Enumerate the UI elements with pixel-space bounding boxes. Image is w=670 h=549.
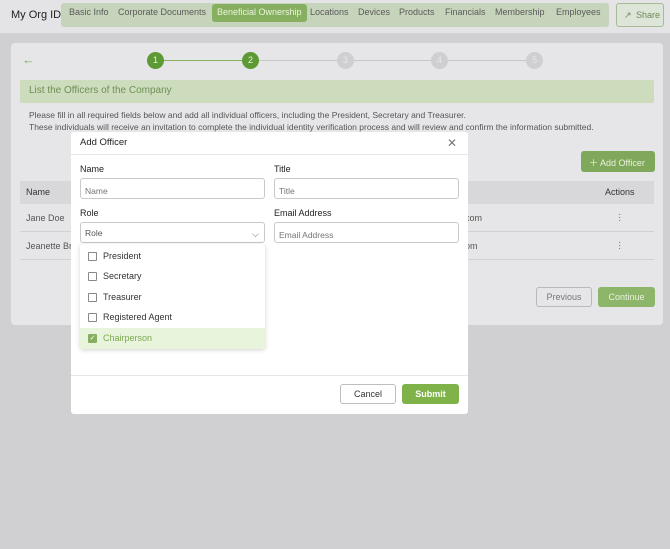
- role-option-registered-agent[interactable]: Registered Agent: [80, 307, 265, 327]
- nav-beneficial-ownership[interactable]: Beneficial Ownership: [212, 4, 307, 22]
- email-input[interactable]: [274, 222, 459, 243]
- step-connector: [164, 60, 242, 61]
- role-option-label: Secretary: [103, 271, 142, 281]
- plus-icon: ＋: [589, 158, 599, 168]
- cancel-button[interactable]: Cancel: [340, 384, 396, 404]
- role-select[interactable]: Role: [80, 222, 265, 243]
- back-arrow-icon[interactable]: ←: [22, 52, 35, 67]
- brand-title: My Org ID: [11, 9, 62, 21]
- step-connector: [259, 60, 337, 61]
- checkbox-checked-icon[interactable]: ✓: [88, 334, 97, 343]
- share-label: Share: [636, 10, 661, 20]
- checkbox[interactable]: [88, 313, 97, 322]
- share-button[interactable]: ↗ Share: [616, 3, 664, 27]
- step-connector: [354, 60, 431, 61]
- step-4: 4: [431, 52, 448, 69]
- column-header-name: Name: [26, 187, 51, 197]
- instruction-text: Please fill in all required fields below…: [29, 110, 466, 120]
- nav-employees[interactable]: Employees: [556, 7, 601, 17]
- add-officer-label: Add Officer: [600, 158, 645, 168]
- nav-devices[interactable]: Devices: [358, 7, 390, 17]
- nav-membership[interactable]: Membership: [495, 7, 545, 17]
- role-label: Role: [80, 208, 99, 218]
- nav-corporate-documents[interactable]: Corporate Documents: [118, 7, 206, 17]
- step-3: 3: [337, 52, 354, 69]
- modal-footer-divider: [71, 375, 468, 376]
- column-header-actions: Actions: [605, 187, 635, 197]
- nav-products[interactable]: Products: [399, 7, 435, 17]
- row-actions-icon[interactable]: · · ·: [618, 210, 621, 226]
- nav-basic-info[interactable]: Basic Info: [69, 7, 109, 17]
- previous-button[interactable]: Previous: [536, 287, 592, 307]
- role-option-label: Treasurer: [103, 292, 142, 302]
- role-option-president[interactable]: President: [80, 246, 265, 266]
- role-option-secretary[interactable]: Secretary: [80, 266, 265, 286]
- close-icon[interactable]: ✕: [447, 136, 457, 150]
- role-option-label: President: [103, 251, 142, 261]
- email-label: Email Address: [274, 208, 332, 218]
- role-option-chairperson[interactable]: ✓ Chairperson: [80, 328, 265, 349]
- add-officer-button[interactable]: ＋ Add Officer: [581, 151, 655, 172]
- checkbox[interactable]: [88, 252, 97, 261]
- checkbox[interactable]: [88, 293, 97, 302]
- role-option-label: Chairperson: [103, 333, 153, 343]
- chevron-down-icon[interactable]: ⌵: [252, 229, 259, 240]
- submit-button[interactable]: Submit: [402, 384, 459, 404]
- continue-button[interactable]: Continue: [598, 287, 655, 307]
- step-1: 1: [147, 52, 164, 69]
- share-icon: ↗: [624, 10, 632, 20]
- row-actions-icon[interactable]: · · ·: [618, 238, 621, 254]
- officer-name: Jeanette Br: [26, 241, 73, 251]
- step-5: 5: [526, 52, 543, 69]
- officer-name: Jane Doe: [26, 213, 65, 223]
- role-option-label: Registered Agent: [103, 312, 173, 322]
- step-connector: [448, 60, 526, 61]
- modal-title: Add Officer: [80, 137, 128, 148]
- modal-divider: [71, 154, 468, 155]
- checkbox[interactable]: [88, 272, 97, 281]
- name-input[interactable]: [80, 178, 265, 199]
- step-2: 2: [242, 52, 259, 69]
- section-title: List the Officers of the Company: [29, 85, 172, 96]
- instruction-text: These individuals will receive an invita…: [29, 122, 594, 132]
- nav-financials[interactable]: Financials: [445, 7, 486, 17]
- nav-locations[interactable]: Locations: [310, 7, 349, 17]
- role-option-treasurer[interactable]: Treasurer: [80, 287, 265, 307]
- title-label: Title: [274, 164, 291, 174]
- title-input[interactable]: [274, 178, 459, 199]
- name-label: Name: [80, 164, 105, 174]
